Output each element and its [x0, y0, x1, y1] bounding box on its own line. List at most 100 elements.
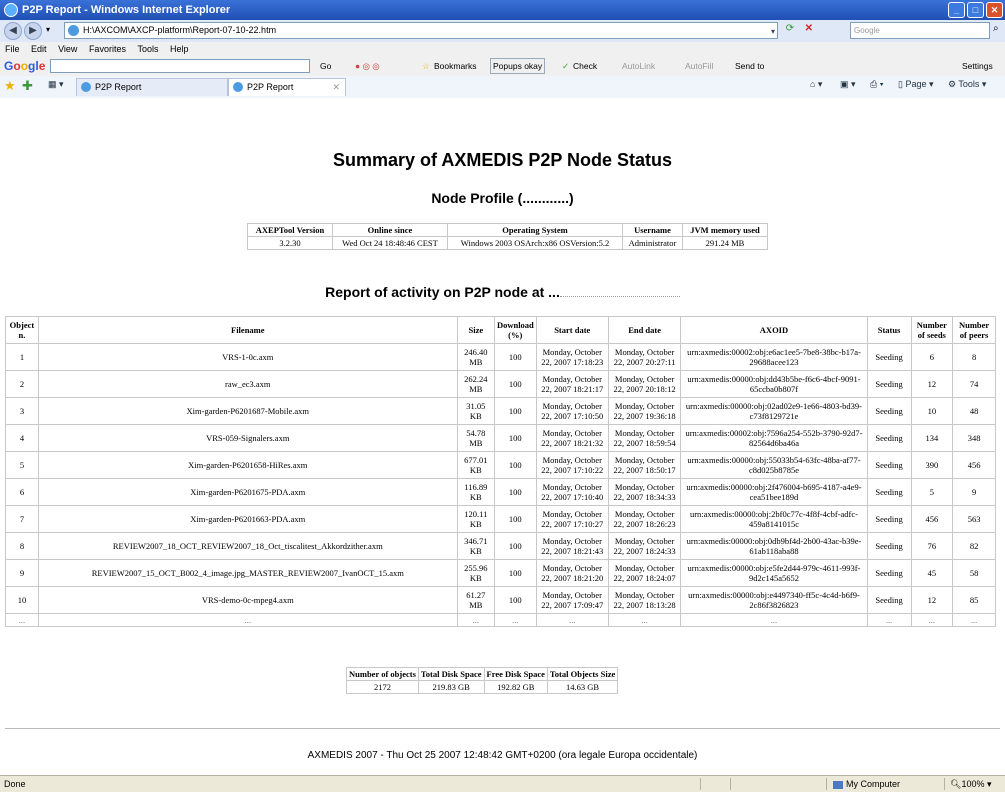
cell-seeds: 456	[910, 505, 954, 533]
favorites-star-icon[interactable]: ★	[4, 78, 16, 94]
col-peers: Number of peers	[952, 316, 996, 344]
cell: 3.2.30	[247, 236, 333, 250]
cell-filename: VRS-059-Signalers.axm	[37, 424, 458, 452]
cell-axoid: urn:axmedis:00000:obj:dd43b5be-f6c6-4bcf…	[680, 370, 868, 398]
send-to-button[interactable]: Send to	[735, 56, 764, 76]
forward-button[interactable]: ▶	[24, 22, 42, 40]
add-favorites-icon[interactable]: ✚	[22, 78, 33, 94]
cell-download: 100	[493, 532, 537, 560]
settings-button[interactable]: Settings	[962, 56, 993, 76]
cell-object-n: 3	[5, 397, 39, 425]
tools-menu[interactable]: ⚙ Tools ▾	[948, 79, 986, 90]
search-icon[interactable]: ⌕	[993, 23, 999, 34]
tab-p2p-report-1[interactable]: P2P Report	[76, 78, 228, 96]
history-dropdown-icon[interactable]: ▾	[46, 25, 50, 34]
cell-axoid: urn:axmedis:00002:obj:7596a254-552b-3790…	[680, 424, 868, 452]
cell-size: 246.40 MB	[456, 343, 495, 371]
table-row: 9 REVIEW2007_15_OCT_B002_4_image.jpg_MAST…	[5, 559, 996, 587]
address-dropdown-icon[interactable]: ▾	[771, 24, 775, 39]
cell-start-date: Monday, October 22, 2007 17:18:23	[535, 343, 609, 371]
autofill-button[interactable]: AutoFill	[685, 56, 713, 76]
refresh-icon[interactable]: ⟳	[782, 23, 798, 37]
cell-size: 346.71 KB	[456, 532, 495, 560]
cell: Windows 2003 OSArch:x86 OSVersion:5.2	[447, 236, 623, 250]
menu-favorites[interactable]: Favorites	[89, 44, 126, 54]
tab-favicon-icon	[233, 82, 243, 92]
col-filename: Filename	[37, 316, 458, 344]
quick-tabs-icon[interactable]: ▦ ▾	[48, 79, 64, 90]
cell-download: 100	[493, 343, 537, 371]
cell-peers: 456	[952, 451, 996, 479]
menu-view[interactable]: View	[58, 44, 77, 54]
page-menu[interactable]: ▯ Page ▾	[898, 79, 934, 90]
cell-filename: REVIEW2007_18_OCT_REVIEW2007_18_Oct_tisc…	[37, 532, 458, 560]
cell-download: 100	[493, 505, 537, 533]
report-footer: AXMEDIS 2007 - Thu Oct 25 2007 12:48:42 …	[307, 750, 698, 761]
cell-peers: 82	[952, 532, 996, 560]
cell-axoid: urn:axmedis:00000:obj:e5fe2d44-979c-4611…	[680, 559, 868, 587]
cell-ellipsis: ...	[5, 613, 39, 627]
back-button[interactable]: ◀	[4, 22, 22, 40]
cell-status: Seeding	[866, 505, 912, 533]
cell-size: 255.96 KB	[456, 559, 495, 587]
google-go-button[interactable]: Go	[320, 56, 331, 76]
cell-filename: VRS-1-0c.axm	[37, 343, 458, 371]
table-header-row: Number of objects Total Disk Space Free …	[346, 667, 619, 681]
cell-download: 100	[493, 424, 537, 452]
popups-button[interactable]: Popups okay	[490, 58, 546, 74]
table-row: 8 REVIEW2007_18_OCT_REVIEW2007_18_Oct_tis…	[5, 532, 996, 560]
search-input[interactable]: Google	[850, 22, 990, 39]
cell-download: 100	[493, 478, 537, 506]
cell-ellipsis: ...	[680, 613, 868, 627]
cell-start-date: Monday, October 22, 2007 17:10:27	[535, 505, 609, 533]
node-profile-table: AXEPTool Version Online since Operating …	[247, 223, 768, 250]
zoom-level[interactable]: 🔍︎100% ▾	[950, 776, 992, 792]
col-download: Download (%)	[493, 316, 537, 344]
maximize-button[interactable]: □	[967, 2, 984, 18]
menu-help[interactable]: Help	[170, 44, 189, 54]
address-input[interactable]: H:\AXCOM\AXCP-platform\Report-07-10-22.h…	[64, 22, 778, 39]
cell-download: 100	[493, 586, 537, 614]
tab-label: P2P Report	[247, 82, 294, 92]
cell-end-date: Monday, October 22, 2007 18:24:07	[607, 559, 682, 587]
cell-filename: VRS-demo-0c-mpeg4.axm	[37, 586, 458, 614]
cell: 14.63 GB	[546, 680, 619, 694]
cell-peers: 9	[952, 478, 996, 506]
pagerank-icon: ● ◎ ◎	[355, 61, 380, 71]
table-row: 6 Xim-garden-P6201675-PDA.axm 116.89 KB 100…	[5, 478, 996, 506]
menu-tools[interactable]: Tools	[137, 44, 158, 54]
autolink-button[interactable]: AutoLink	[622, 56, 655, 76]
cell-peers: 74	[952, 370, 996, 398]
cell-axoid: urn:axmedis:00000:obj:0db9bf4d-2b00-43ac…	[680, 532, 868, 560]
cell-download: 100	[493, 559, 537, 587]
cell-object-n: 5	[5, 451, 39, 479]
feeds-icon[interactable]: ▣ ▾	[840, 79, 856, 90]
cell-object-n: 4	[5, 424, 39, 452]
minimize-button[interactable]: _	[948, 2, 965, 18]
cell-ellipsis: ...	[866, 613, 912, 627]
stop-icon[interactable]: ✕	[801, 23, 817, 37]
table-row: 4 VRS-059-Signalers.axm 54.78 MB 100 Monday,…	[5, 424, 996, 452]
cell-status: Seeding	[866, 370, 912, 398]
cell-size: 262.24 MB	[456, 370, 495, 398]
tab-label: P2P Report	[95, 82, 142, 92]
cell-start-date: Monday, October 22, 2007 18:21:17	[535, 370, 609, 398]
col-size: Size	[456, 316, 495, 344]
close-button[interactable]: ✕	[986, 2, 1003, 18]
cell-object-n: 8	[5, 532, 39, 560]
bookmark-star-icon[interactable]: ☆	[422, 56, 430, 76]
google-toolbar: Google Go ● ◎ ◎ ☆ Bookmarks Popups okay …	[0, 56, 1005, 77]
tab-close-icon[interactable]: ✕	[332, 79, 340, 96]
bookmarks-button[interactable]: Bookmarks	[434, 56, 477, 76]
table-row: 1 VRS-1-0c.axm 246.40 MB 100 Monday, October…	[5, 343, 996, 371]
home-icon[interactable]: ⌂ ▾	[810, 79, 822, 90]
check-button[interactable]: Check	[573, 56, 597, 76]
tab-p2p-report-2[interactable]: P2P Report ✕	[228, 78, 346, 96]
print-icon[interactable]: ⎙ ▾	[870, 79, 883, 90]
cell-seeds: 5	[910, 478, 954, 506]
menu-file[interactable]: File	[5, 44, 20, 54]
menu-edit[interactable]: Edit	[31, 44, 47, 54]
google-search-input[interactable]	[50, 59, 310, 73]
google-logo: Google	[4, 59, 46, 73]
cell-seeds: 6	[910, 343, 954, 371]
